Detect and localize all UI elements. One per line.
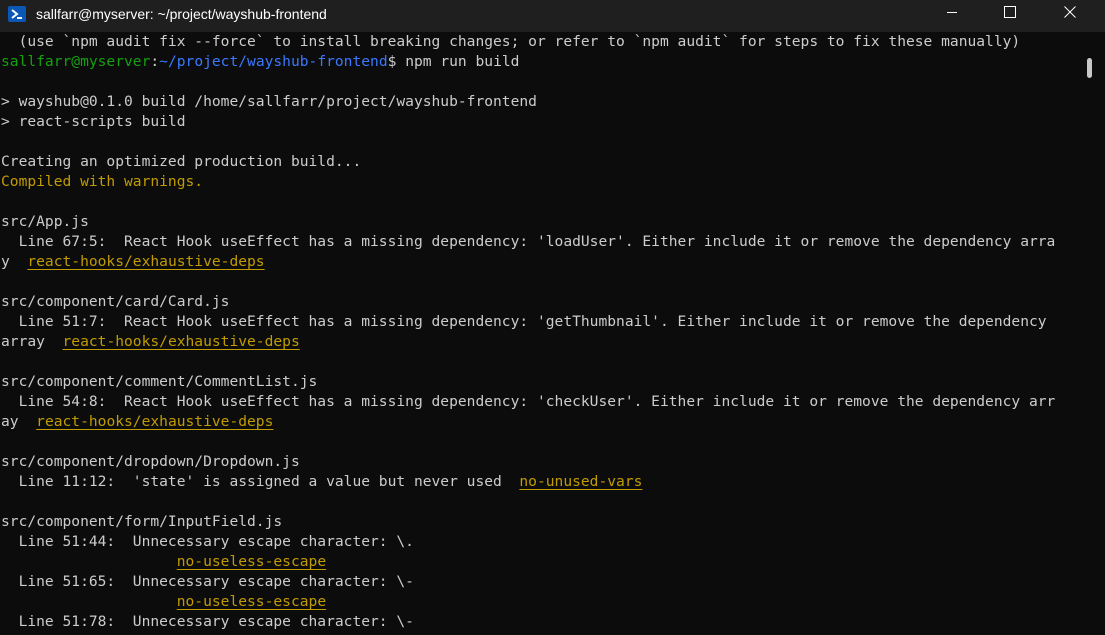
- terminal-line: Line 51:7: React Hook useEffect has a mi…: [0, 312, 1080, 332]
- command-text: npm run build: [405, 53, 520, 70]
- output-text: Line 51:44: Unnecessary escape character…: [1, 533, 414, 550]
- terminal-line: (use `npm audit fix --force` to install …: [0, 32, 1080, 52]
- terminal-line: Line 54:8: React Hook useEffect has a mi…: [0, 392, 1080, 412]
- maximize-button[interactable]: [981, 0, 1039, 28]
- terminal-window: sallfarr@myserver: ~/project/wayshub-fro…: [0, 0, 1105, 635]
- scrollbar-thumb[interactable]: [1087, 58, 1092, 78]
- output-text: Line 51:7: React Hook useEffect has a mi…: [1, 313, 1047, 330]
- output-text: Line 51:65: Unnecessary escape character…: [1, 573, 414, 590]
- terminal-line: ay react-hooks/exhaustive-deps: [0, 412, 1080, 432]
- terminal-line: src/component/comment/CommentList.js: [0, 372, 1080, 392]
- output-text: Line 51:78: Unnecessary escape character…: [1, 613, 414, 630]
- output-text: Line 54:8: React Hook useEffect has a mi…: [1, 393, 1056, 410]
- terminal-line: Line 51:44: Unnecessary escape character…: [0, 532, 1080, 552]
- powershell-terminal-icon: [8, 6, 26, 22]
- warning-text: Compiled with warnings.: [1, 173, 204, 190]
- terminal-line: src/App.js: [0, 212, 1080, 232]
- close-button[interactable]: [1041, 0, 1099, 28]
- terminal-line: src/component/dropdown/Dropdown.js: [0, 452, 1080, 472]
- terminal-line: Line 11:12: 'state' is assigned a value …: [0, 472, 1080, 492]
- output-text: Line 11:12: 'state' is assigned a value …: [1, 473, 520, 490]
- output-text: Creating an optimized production build..…: [1, 153, 362, 170]
- output-text: > wayshub@0.1.0 build /home/sallfarr/pro…: [1, 93, 537, 110]
- output-text: > react-scripts build: [1, 113, 186, 130]
- terminal-line: array react-hooks/exhaustive-deps: [0, 332, 1080, 352]
- close-icon: [1064, 5, 1076, 23]
- lint-rule-link[interactable]: react-hooks/exhaustive-deps: [36, 413, 273, 430]
- lint-rule-link[interactable]: react-hooks/exhaustive-deps: [27, 253, 264, 270]
- terminal-line: sallfarr@myserver:~/project/wayshub-fron…: [0, 52, 1080, 72]
- output-text: src/component/comment/CommentList.js: [1, 373, 318, 390]
- terminal-line: y react-hooks/exhaustive-deps: [0, 252, 1080, 272]
- output-text: ay: [1, 413, 37, 430]
- minimize-button[interactable]: [923, 0, 981, 28]
- terminal-line: src/component/card/Card.js: [0, 292, 1080, 312]
- terminal-line: > wayshub@0.1.0 build /home/sallfarr/pro…: [0, 92, 1080, 112]
- prompt-path: ~/project/wayshub-frontend: [159, 53, 388, 70]
- prompt-user: sallfarr@myserver: [1, 53, 151, 70]
- terminal-line: Creating an optimized production build..…: [0, 152, 1080, 172]
- output-text: src/component/dropdown/Dropdown.js: [1, 453, 300, 470]
- terminal-line: Compiled with warnings.: [0, 172, 1080, 192]
- terminal-line: no-useless-escape: [0, 552, 1080, 572]
- terminal-line: Line 51:78: Unnecessary escape character…: [0, 612, 1080, 632]
- lint-rule-link[interactable]: react-hooks/exhaustive-deps: [63, 333, 300, 350]
- terminal-line: > react-scripts build: [0, 112, 1080, 132]
- terminal-line: src/component/form/InputField.js: [0, 512, 1080, 532]
- title-bar[interactable]: sallfarr@myserver: ~/project/wayshub-fro…: [0, 0, 1105, 32]
- terminal-line: Line 51:65: Unnecessary escape character…: [0, 572, 1080, 592]
- output-text: src/component/form/InputField.js: [1, 513, 283, 530]
- minimize-icon: [946, 5, 958, 23]
- lint-rule-link[interactable]: no-useless-escape: [177, 553, 326, 570]
- terminal-output[interactable]: (use `npm audit fix --force` to install …: [0, 32, 1080, 635]
- output-text: y: [1, 253, 28, 270]
- prompt-symbol: $: [387, 53, 406, 70]
- lint-rule-link[interactable]: no-useless-escape: [177, 593, 326, 610]
- output-text: (use `npm audit fix --force` to install …: [1, 33, 1021, 50]
- window-title: sallfarr@myserver: ~/project/wayshub-fro…: [36, 6, 327, 22]
- prompt-separator: :: [150, 53, 160, 70]
- output-text: src/component/card/Card.js: [1, 293, 230, 310]
- output-text: array: [1, 333, 63, 350]
- lint-rule-link[interactable]: no-unused-vars: [519, 473, 642, 490]
- maximize-icon: [1004, 5, 1016, 23]
- output-text: Line 67:5: React Hook useEffect has a mi…: [1, 233, 1056, 250]
- terminal-line: no-useless-escape: [0, 592, 1080, 612]
- scrollbar-track[interactable]: [1083, 32, 1105, 635]
- output-text: src/App.js: [1, 213, 89, 230]
- terminal-line: Line 67:5: React Hook useEffect has a mi…: [0, 232, 1080, 252]
